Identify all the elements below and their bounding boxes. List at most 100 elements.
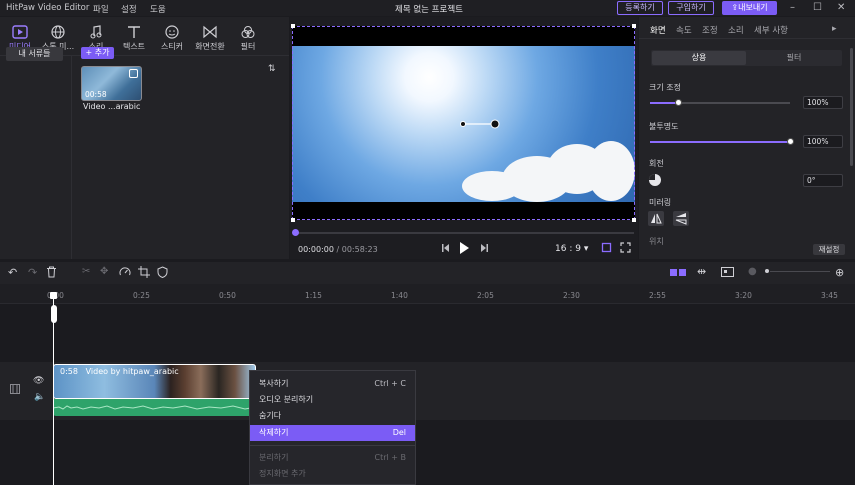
tab-sticker-label: 스티커	[160, 42, 184, 51]
crop-icon[interactable]	[601, 242, 612, 253]
audio-waveform[interactable]	[53, 399, 256, 416]
redo-icon[interactable]: ↷	[28, 266, 37, 279]
menu-divider	[250, 445, 415, 446]
playhead-grip[interactable]	[51, 305, 57, 323]
segment-control: 상용 필터	[651, 50, 842, 66]
globe-icon	[51, 25, 65, 39]
tab-transition[interactable]: 화면전환	[190, 25, 230, 52]
progress-bar[interactable]	[296, 232, 634, 234]
flip-horizontal-icon[interactable]	[648, 211, 664, 226]
media-duration: 00:58	[85, 90, 107, 99]
more-icon[interactable]: ▸	[832, 24, 837, 34]
tab-text[interactable]: 텍스트	[114, 25, 154, 52]
opacity-slider[interactable]	[650, 138, 794, 145]
film-icon	[10, 384, 20, 394]
export-button[interactable]: ⇪내보내기	[722, 1, 777, 15]
split-track-icon[interactable]	[670, 268, 686, 277]
scale-fill	[650, 102, 678, 104]
minimize-icon[interactable]: –	[790, 2, 795, 13]
rotate-dial-icon[interactable]	[648, 173, 662, 187]
fullscreen-icon[interactable]	[620, 242, 631, 253]
scale-value[interactable]: 100%	[803, 96, 843, 109]
tab-filter[interactable]: 필터	[228, 25, 268, 52]
menu-settings[interactable]: 설정	[121, 3, 137, 15]
cut-icon[interactable]: ✂	[82, 266, 90, 277]
menu-item-copy[interactable]: 복사하기 Ctrl + C	[250, 376, 415, 392]
menu-item-detach-audio[interactable]: 오디오 분리하기	[250, 392, 415, 408]
resize-handle[interactable]	[291, 218, 295, 222]
segment-filter[interactable]: 필터	[747, 51, 841, 65]
progress-handle[interactable]	[292, 229, 299, 236]
resize-handle[interactable]	[291, 24, 295, 28]
app-name: HitPaw Video Editor	[6, 3, 90, 13]
menu-item-split-label: 분리하기	[259, 453, 289, 462]
volume-icon[interactable]: 🔈	[34, 392, 45, 402]
flip-vertical-icon[interactable]	[673, 211, 689, 226]
move-icon[interactable]: ✥	[100, 266, 108, 277]
rotate-handle[interactable]	[458, 118, 502, 130]
video-clip[interactable]: 0:58 Video by hitpaw_arabic	[53, 364, 256, 399]
ruler-tick-label: 3:20	[735, 291, 752, 300]
zoom-slider[interactable]	[770, 271, 830, 272]
tab-adjust[interactable]: 조정	[702, 24, 718, 36]
scale-slider[interactable]	[650, 99, 790, 106]
mirror-label: 미러링	[649, 198, 672, 207]
menu-item-split[interactable]: 분리하기 Ctrl + B	[250, 450, 415, 466]
shield-icon[interactable]	[157, 266, 168, 278]
visibility-icon[interactable]: 👁	[33, 376, 44, 386]
crop-tool-icon[interactable]	[138, 266, 150, 278]
close-icon[interactable]: ✕	[837, 2, 845, 13]
add-media-button[interactable]: + 추가	[81, 47, 114, 59]
sort-icon[interactable]: ⇅	[268, 64, 276, 74]
ruler-tick-label: 2:55	[649, 291, 666, 300]
menu-item-hide-label: 숨기다	[259, 411, 282, 420]
menu-item-hide[interactable]: 숨기다	[250, 408, 415, 424]
menu-file[interactable]: 파일	[93, 3, 109, 15]
snap-icon[interactable]: ⇹	[697, 265, 706, 278]
scale-knob[interactable]	[675, 99, 682, 106]
opacity-fill	[650, 141, 790, 143]
next-frame-icon[interactable]	[478, 242, 490, 254]
select-checkbox[interactable]	[129, 69, 138, 78]
reset-button[interactable]: 재설정	[813, 244, 845, 255]
tab-details[interactable]: 세부 사항	[754, 24, 788, 36]
divider	[71, 56, 72, 259]
media-thumbnail[interactable]: 00:58	[81, 66, 142, 101]
trash-icon[interactable]	[46, 266, 57, 278]
opacity-value[interactable]: 100%	[803, 135, 843, 148]
zoom-in-icon[interactable]: ⊕	[835, 266, 844, 279]
zoom-knob[interactable]	[765, 269, 769, 273]
playhead-handle[interactable]	[50, 292, 57, 299]
menu-item-freeze-frame[interactable]: 정지화면 추가	[250, 466, 415, 482]
my-library-button[interactable]: 내 서류들	[6, 47, 63, 61]
menu-help[interactable]: 도움	[150, 3, 166, 15]
total-time: / 00:58:23	[336, 245, 378, 254]
segment-common[interactable]: 상용	[652, 51, 746, 65]
current-time-value: 00:00:00	[298, 245, 334, 254]
timeline-ruler[interactable]	[0, 284, 855, 304]
divider	[639, 38, 855, 39]
maximize-icon[interactable]: ☐	[813, 2, 822, 13]
speed-icon[interactable]	[119, 266, 131, 278]
prev-frame-icon[interactable]	[440, 242, 452, 254]
tab-screen[interactable]: 화면	[650, 24, 666, 36]
tab-sticker[interactable]: 스티커	[152, 25, 192, 52]
rotate-value[interactable]: 0°	[803, 174, 843, 187]
zoom-out-icon[interactable]: ●	[748, 266, 757, 277]
preview-window-icon[interactable]	[721, 267, 734, 277]
tab-sound[interactable]: 소리	[728, 24, 744, 36]
tab-speed[interactable]: 속도	[676, 24, 692, 36]
resize-handle[interactable]	[632, 24, 636, 28]
resize-handle[interactable]	[632, 218, 636, 222]
scrollbar[interactable]	[850, 48, 853, 166]
register-button[interactable]: 등록하기	[617, 1, 663, 15]
undo-icon[interactable]: ↶	[8, 266, 17, 279]
playhead[interactable]	[53, 298, 54, 485]
play-icon[interactable]	[458, 241, 470, 255]
opacity-knob[interactable]	[787, 138, 794, 145]
project-title: 제목 없는 프로젝트	[395, 5, 463, 15]
ruler-tick-label: 3:45	[821, 291, 838, 300]
menu-item-delete[interactable]: 삭제하기 Del	[250, 425, 415, 441]
buy-button[interactable]: 구입하기	[668, 1, 714, 15]
aspect-select[interactable]: 16 : 9 ▾	[555, 244, 588, 254]
